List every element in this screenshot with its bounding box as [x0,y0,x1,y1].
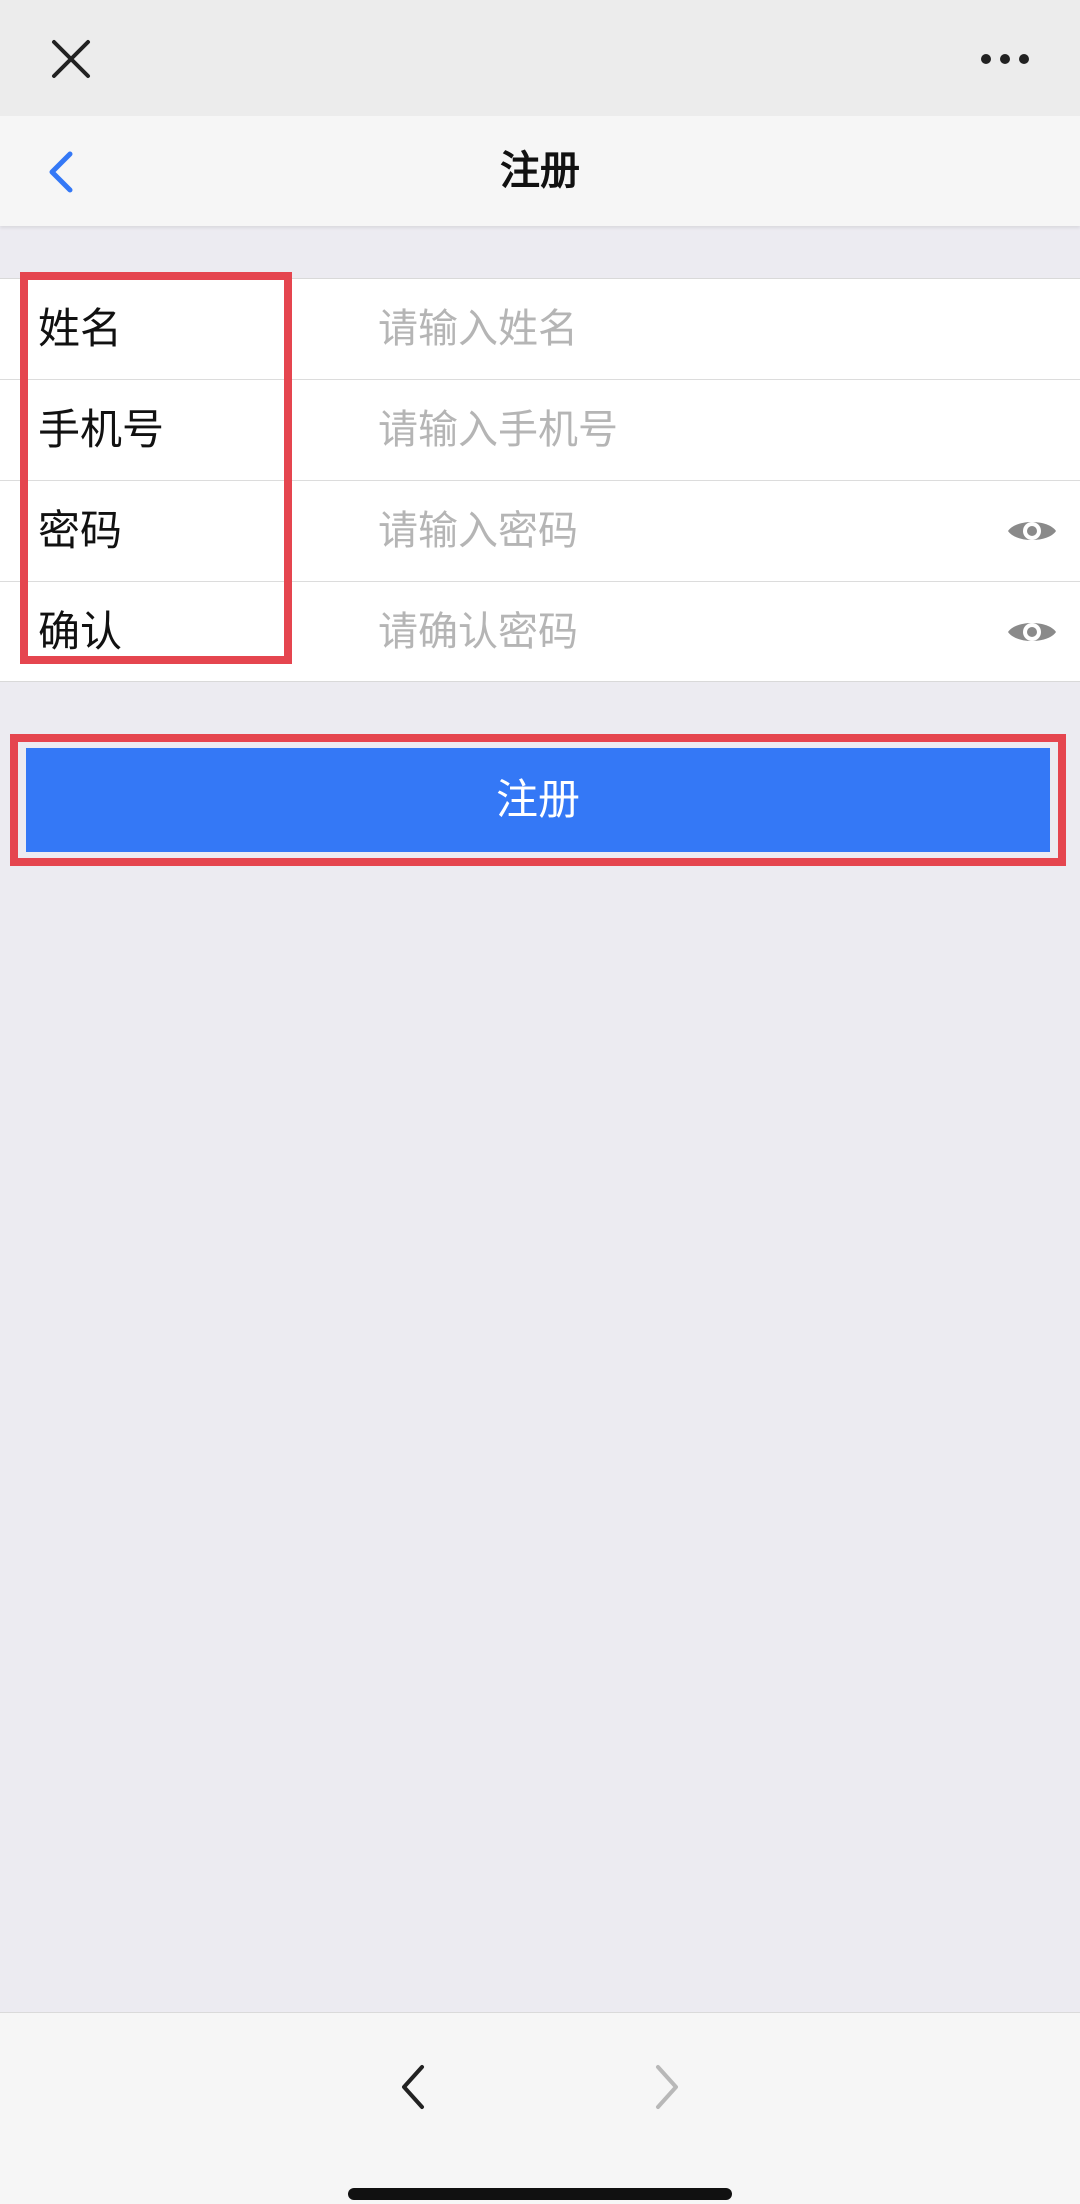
confirm-visibility-toggle[interactable] [1006,608,1058,656]
bottom-toolbar [0,2012,1080,2204]
nav-bar: 注册 [0,116,1080,226]
name-row: 姓名 [0,279,1080,379]
chevron-left-icon [402,2065,424,2109]
password-row: 密码 [0,480,1080,581]
name-input[interactable] [378,279,978,379]
more-icon [981,54,1029,64]
register-button[interactable]: 注册 [26,748,1050,852]
chevron-right-icon [656,2065,678,2109]
browser-forward-button[interactable] [638,2057,698,2117]
confirm-password-input[interactable] [378,582,978,682]
eye-icon [1008,623,1056,641]
browser-back-button[interactable] [382,2057,442,2117]
home-indicator[interactable] [348,2188,732,2200]
more-button[interactable] [966,28,1044,90]
eye-icon [1008,522,1056,540]
close-button[interactable] [40,28,102,90]
page-title: 注册 [500,148,580,194]
name-label: 姓名 [38,304,123,353]
registration-form: 姓名 手机号 密码 确认 [0,278,1080,682]
password-label: 密码 [38,506,123,555]
phone-row: 手机号 [0,379,1080,480]
close-icon [52,40,90,78]
confirm-label: 确认 [38,607,123,656]
password-input[interactable] [378,481,978,581]
phone-label: 手机号 [38,405,165,454]
top-bar [0,0,1080,116]
confirm-row: 确认 [0,581,1080,682]
password-visibility-toggle[interactable] [1006,507,1058,555]
phone-input[interactable] [378,380,978,480]
